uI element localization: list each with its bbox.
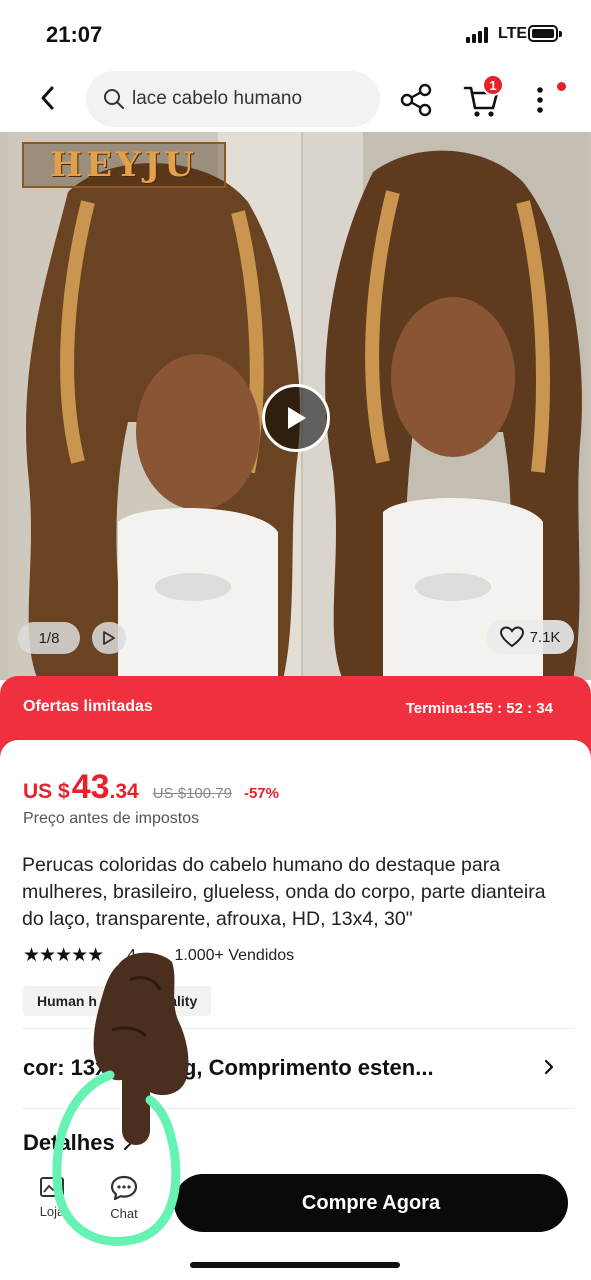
discount-badge: -57% [243,785,279,802]
search-icon [104,89,124,109]
details-label: Detalhes [23,1130,115,1155]
price-integer: 43 [71,768,110,806]
chevron-left-icon [41,86,54,110]
store-label: Loja [39,1204,65,1219]
search-input[interactable]: lace cabelo humano [86,71,380,127]
chevron-right-icon [123,1136,132,1150]
search-header: lace cabelo humano 1 [0,62,591,132]
rating-stars: ★★★★★ [23,945,104,966]
play-icon [288,407,306,429]
image-counter: 1/8 [18,622,80,654]
store-button[interactable]: Loja [30,1174,74,1230]
product-photo-left: HEYJU [8,132,301,680]
chat-icon [110,1175,138,1201]
divider [23,1108,575,1109]
wishlist-button[interactable]: 7.1K [486,620,574,654]
back-button[interactable] [30,80,64,116]
share-icon[interactable] [398,82,434,118]
bottom-action-bar: Loja Chat Compre Agora [0,1160,591,1280]
buy-now-button[interactable]: Compre Agora [174,1174,568,1232]
home-indicator [190,1262,400,1268]
price-currency: US $ [23,780,70,803]
status-bar: 21:07 LTE [0,0,591,62]
quality-tag: Human h d quality [23,986,212,1016]
product-photo-right [303,132,587,680]
battery-icon [528,25,562,42]
offer-title: Ofertas limitadas [23,698,153,715]
likes-count: 7.1K [529,628,561,646]
details-link[interactable]: Detalhes [23,1130,133,1156]
chat-label: Chat [110,1206,138,1221]
original-price: US $100.79 [152,785,232,802]
product-gallery[interactable]: HEYJU 1/8 7.1K [0,132,591,680]
play-video-button[interactable] [262,384,330,452]
chat-button[interactable]: Chat [100,1174,148,1230]
divider [23,1028,575,1029]
sold-count: 1.000+ Vendidos [174,946,295,964]
video-toggle-button[interactable] [92,622,126,654]
variant-label: cor: 13x4 Wig, Comprimento esten... [23,1055,434,1080]
more-options-icon[interactable] [530,82,550,118]
variant-selector[interactable]: cor: 13x4 Wig, Comprimento esten... [23,1040,563,1096]
brand-logo: HEYJU [22,142,226,188]
search-text: lace cabelo humano [132,88,303,109]
chevron-right-icon [544,1059,554,1075]
price-row: US $ 43 .34 US $100.79 -57% [23,768,279,807]
network-type: LTE [498,25,528,42]
product-title: Perucas coloridas do cabelo humano do de… [22,854,546,930]
rating-value: 4. [127,946,141,964]
price-note: Preço antes de impostos [23,810,200,827]
store-icon [40,1177,64,1197]
rating-row[interactable]: ★★★★★ 4. 1.000+ Vendidos [23,944,294,967]
play-outline-icon [103,631,115,645]
cart-count-badge: 1 [482,74,504,96]
price-decimal: .34 [109,780,139,803]
notification-dot [557,82,566,91]
signal-icon [466,27,488,43]
offer-timer: Termina:155 : 52 : 34 [405,700,553,717]
heart-icon [499,626,524,648]
status-time: 21:07 [46,22,103,47]
